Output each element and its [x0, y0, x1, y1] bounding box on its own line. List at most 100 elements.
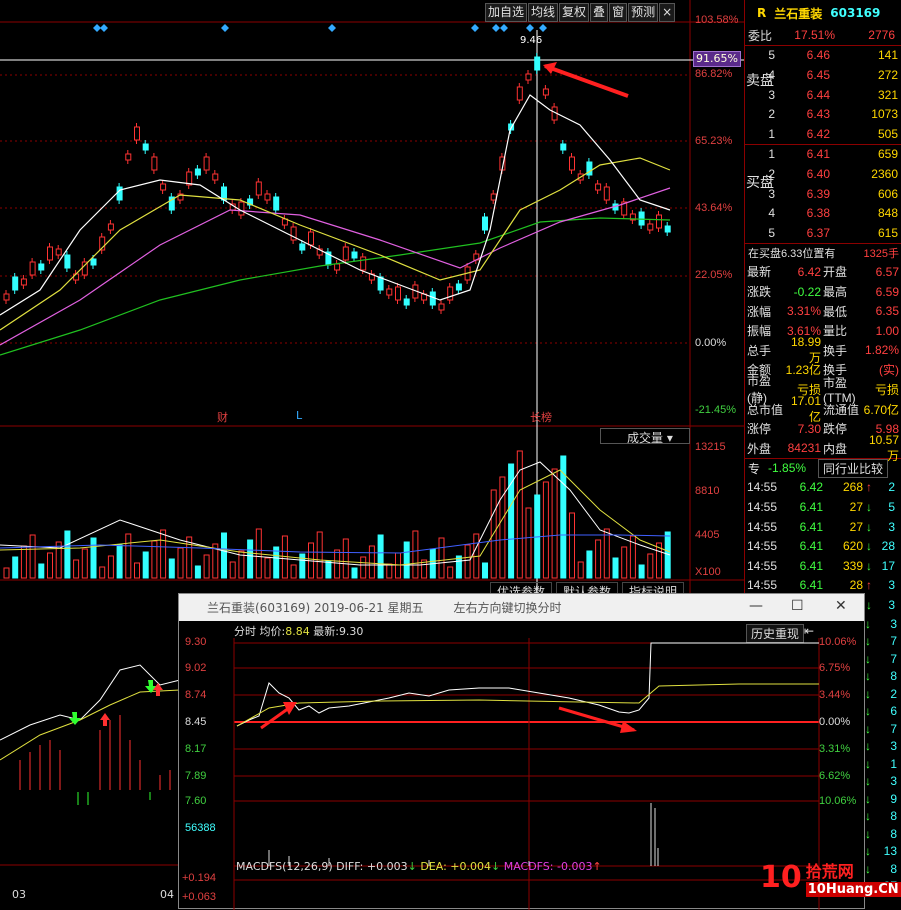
- down-arrow-icon: ↓: [865, 634, 871, 649]
- order-book-row[interactable]: 4 6.38 848: [745, 203, 901, 223]
- stat-row: 涨跌 -0.22 最高 6.59: [745, 282, 901, 302]
- down-arrow-icon: ↓: [865, 651, 871, 666]
- event-marker[interactable]: L: [296, 409, 302, 422]
- price: 6.46: [806, 48, 830, 63]
- volume-bar: [290, 564, 297, 579]
- volume-bar: [116, 544, 123, 579]
- pct-label: -21.45%: [695, 404, 736, 416]
- tick-count: 8: [890, 809, 897, 824]
- volume: 141: [877, 48, 898, 63]
- stat-row: 市盈(静) 亏损 市盈(TTM) 亏损: [745, 374, 901, 405]
- candle: [308, 231, 314, 246]
- stat-row: 涨幅 3.31% 最低 6.35: [745, 301, 901, 321]
- tick-count: 17: [881, 558, 895, 573]
- candle: [647, 223, 654, 231]
- volume-bar: [47, 552, 53, 579]
- volume-bar: [247, 539, 254, 579]
- close-icon[interactable]: ✕: [835, 598, 847, 614]
- volume-bar: [12, 556, 19, 579]
- maximize-icon[interactable]: ☐: [791, 598, 804, 614]
- volume-dropdown[interactable]: 成交量 ▾: [600, 428, 690, 445]
- volume-bar: [621, 546, 628, 579]
- candle: [395, 286, 401, 301]
- stat-row: 总市值 17.01亿 流通值 6.70亿: [745, 394, 901, 424]
- candle: [47, 246, 53, 261]
- tick-count: 7: [890, 634, 897, 649]
- candle: [134, 126, 140, 141]
- add-favorite-button[interactable]: 加自选: [485, 3, 528, 22]
- up-arrow-icon: ↑: [866, 578, 872, 593]
- tick-count: 3: [890, 739, 897, 754]
- candle: [142, 143, 149, 151]
- stat-value: 84231: [787, 441, 821, 456]
- order-book-row[interactable]: 1 6.42 505: [745, 124, 901, 144]
- stat-value: 3.31%: [786, 304, 821, 319]
- forecast-button[interactable]: 预测: [628, 3, 659, 22]
- pct-axis: 3.31%: [819, 743, 851, 755]
- stat-row: 外盘 84231 内盘 10.57万: [745, 433, 901, 463]
- volume: 272: [877, 67, 898, 82]
- level: 5: [768, 48, 775, 63]
- tick-time: 14:55: [747, 539, 778, 554]
- pct-axis: 10.06%: [819, 636, 857, 648]
- minimize-icon[interactable]: —: [749, 598, 763, 614]
- tick-count: 6: [890, 704, 897, 719]
- pct-axis: 3.44%: [819, 689, 851, 701]
- volume-bar: [221, 532, 227, 579]
- stat-row: 最新 6.42 开盘 6.57: [745, 262, 901, 282]
- macd-axis: +0.063: [182, 891, 216, 903]
- intraday-info: 分时 均价:8.84 最新:9.30: [234, 625, 364, 638]
- pct-label: 22.05%: [695, 269, 733, 281]
- vol-axis: 4405: [695, 529, 720, 541]
- order-book-row[interactable]: 1 6.41 659: [745, 145, 901, 165]
- down-arrow-icon: ↓: [866, 539, 872, 554]
- strength-label: 专: [748, 461, 761, 476]
- volume-bar: [560, 455, 567, 579]
- volume-bar: [525, 507, 532, 579]
- volume-bar: [569, 512, 575, 579]
- pct-axis: 6.62%: [819, 770, 851, 782]
- stat-value: (实): [879, 363, 899, 378]
- window-button[interactable]: 窗: [609, 3, 628, 22]
- peak-label: 9.46: [520, 35, 543, 46]
- order-book-row[interactable]: 5 6.46 141: [745, 46, 901, 66]
- vol-max: 56388: [185, 822, 216, 834]
- candle: [264, 193, 271, 201]
- volume-bar: [377, 534, 384, 579]
- volume-bar: [577, 561, 584, 579]
- volume-bar: [325, 560, 332, 579]
- pct-highlight: 91.65%: [693, 51, 741, 67]
- volume-bar: [3, 567, 10, 579]
- chart-toolbar: 加自选 均线 复权 叠 窗 预测 ×: [485, 3, 676, 22]
- candle: [569, 156, 575, 171]
- candle: [29, 261, 36, 276]
- volume-bar: [29, 534, 36, 579]
- tick-volume: 27: [849, 500, 863, 515]
- overlay-button[interactable]: 叠: [590, 3, 609, 22]
- adjust-button[interactable]: 复权: [559, 3, 590, 22]
- down-arrow-icon: ↓: [865, 844, 871, 859]
- price: 6.45: [806, 67, 830, 82]
- volume-bar: [177, 547, 184, 579]
- volume: 505: [877, 126, 898, 141]
- order-book-row[interactable]: 2 6.43 1073: [745, 104, 901, 124]
- candle: [386, 288, 393, 296]
- price: 6.43: [806, 107, 830, 122]
- volume: 848: [877, 206, 898, 221]
- order-book-row[interactable]: 5 6.37 615: [745, 223, 901, 243]
- ma-button[interactable]: 均线: [528, 3, 559, 22]
- collapse-icon[interactable]: ⇤: [804, 624, 814, 638]
- candle: [38, 263, 45, 271]
- price-axis: 8.45: [185, 716, 207, 728]
- volume-bar: [125, 533, 132, 579]
- price-axis: 8.17: [185, 743, 207, 755]
- event-marker[interactable]: 财: [217, 409, 228, 425]
- compare-button[interactable]: 同行业比较: [818, 458, 889, 478]
- close-icon[interactable]: ×: [659, 3, 676, 22]
- candle: [90, 258, 97, 266]
- tick-count: 2: [888, 480, 895, 495]
- candle: [603, 186, 610, 201]
- event-marker[interactable]: 长榜: [530, 409, 552, 425]
- pct-label: 86.82%: [695, 68, 733, 80]
- macd-axis: +0.194: [182, 872, 216, 884]
